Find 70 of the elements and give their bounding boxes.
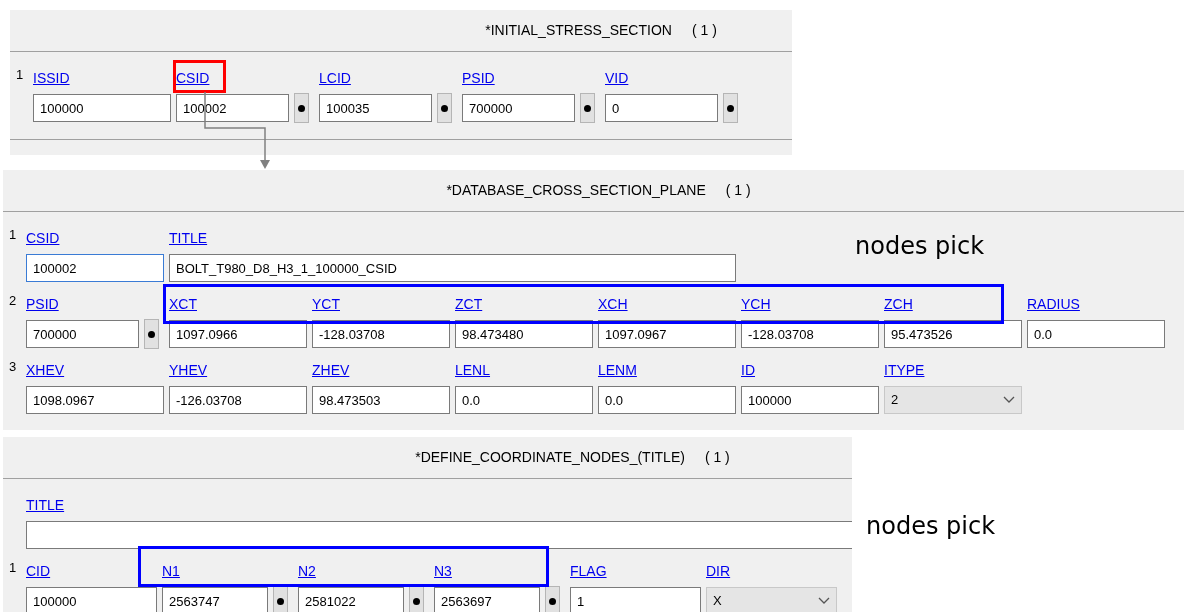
- panel-count: ( 1 ): [691, 21, 717, 40]
- row-number: 3: [9, 360, 17, 373]
- text-field[interactable]: 100035: [319, 94, 432, 122]
- dropdown[interactable]: 2: [884, 386, 1022, 414]
- row-number: 1: [16, 68, 24, 81]
- field-label-link[interactable]: VID: [605, 71, 629, 85]
- text-field[interactable]: 98.473503: [312, 386, 450, 414]
- text-field[interactable]: 0: [605, 94, 718, 122]
- row-number: 2: [9, 294, 17, 307]
- annotation-note: nodes pick: [866, 511, 996, 542]
- text-field[interactable]: 1: [570, 587, 701, 612]
- field-label-link[interactable]: XHEV: [26, 363, 65, 377]
- field-label-link[interactable]: PSID: [462, 71, 495, 85]
- panel-title: *DEFINE_COORDINATE_NODES_(TITLE): [415, 448, 685, 467]
- field-label-link[interactable]: N2: [298, 564, 316, 578]
- field-label-link[interactable]: LENM: [598, 363, 637, 377]
- text-field[interactable]: 2563697: [434, 587, 540, 612]
- text-field[interactable]: 100002: [176, 94, 289, 122]
- field-label-link[interactable]: CSID: [176, 71, 210, 85]
- panel-count: ( 1 ): [725, 181, 751, 200]
- field-label-link[interactable]: TITLE: [169, 231, 208, 245]
- field-label-link[interactable]: XCT: [169, 297, 197, 311]
- field-label-link[interactable]: YHEV: [169, 363, 208, 377]
- annotation-note: nodes pick: [855, 231, 985, 262]
- field-label-link[interactable]: LENL: [455, 363, 491, 377]
- field-label-link[interactable]: TITLE: [26, 498, 65, 512]
- text-field[interactable]: 1098.0967: [26, 386, 164, 414]
- field-label-link[interactable]: XCH: [598, 297, 628, 311]
- panel-title: *INITIAL_STRESS_SECTION: [485, 21, 672, 40]
- field-label-link[interactable]: DIR: [706, 564, 731, 578]
- text-field[interactable]: -128.03708: [741, 320, 879, 348]
- field-label-link[interactable]: ZCH: [884, 297, 913, 311]
- row-number: 1: [9, 561, 17, 574]
- text-field[interactable]: 100000: [741, 386, 879, 414]
- text-field[interactable]: 700000: [462, 94, 575, 122]
- field-label-link[interactable]: YCH: [741, 297, 771, 311]
- text-field[interactable]: 100000: [26, 587, 157, 612]
- panel-title: *DATABASE_CROSS_SECTION_PLANE: [446, 181, 706, 200]
- field-label-link[interactable]: ID: [741, 363, 755, 377]
- text-field[interactable]: BOLT_T980_D8_H3_1_100000_CSID: [169, 254, 736, 282]
- text-field[interactable]: 1097.0967: [598, 320, 736, 348]
- text-field[interactable]: 100002: [26, 254, 164, 282]
- field-label-link[interactable]: ITYPE: [884, 363, 925, 377]
- text-field[interactable]: 700000: [26, 320, 139, 348]
- field-label-link[interactable]: N1: [162, 564, 180, 578]
- text-field[interactable]: -128.03708: [312, 320, 450, 348]
- field-label-link[interactable]: FLAG: [570, 564, 607, 578]
- field-label-link[interactable]: PSID: [26, 297, 59, 311]
- field-label-link[interactable]: RADIUS: [1027, 297, 1080, 311]
- text-field[interactable]: 100000: [33, 94, 171, 122]
- field-label-link[interactable]: CID: [26, 564, 51, 578]
- text-field[interactable]: 2581022: [298, 587, 404, 612]
- text-field[interactable]: -126.03708: [169, 386, 307, 414]
- text-field[interactable]: 1097.0966: [169, 320, 307, 348]
- dropdown[interactable]: X: [706, 587, 837, 612]
- text-field[interactable]: 95.473526: [884, 320, 1022, 348]
- text-field[interactable]: 0.0: [598, 386, 736, 414]
- text-field[interactable]: 2563747: [162, 587, 268, 612]
- field-label-link[interactable]: ZCT: [455, 297, 483, 311]
- field-label-link[interactable]: CSID: [26, 231, 60, 245]
- row-number: 1: [9, 228, 17, 241]
- field-label-link[interactable]: LCID: [319, 71, 351, 85]
- field-label-link[interactable]: ISSID: [33, 71, 70, 85]
- text-field[interactable]: 0.0: [1027, 320, 1165, 348]
- text-field[interactable]: 0.0: [455, 386, 593, 414]
- panel-count: ( 1 ): [704, 448, 730, 467]
- field-label-link[interactable]: YCT: [312, 297, 340, 311]
- field-label-link[interactable]: N3: [434, 564, 452, 578]
- text-field[interactable]: 98.473480: [455, 320, 593, 348]
- field-label-link[interactable]: ZHEV: [312, 363, 350, 377]
